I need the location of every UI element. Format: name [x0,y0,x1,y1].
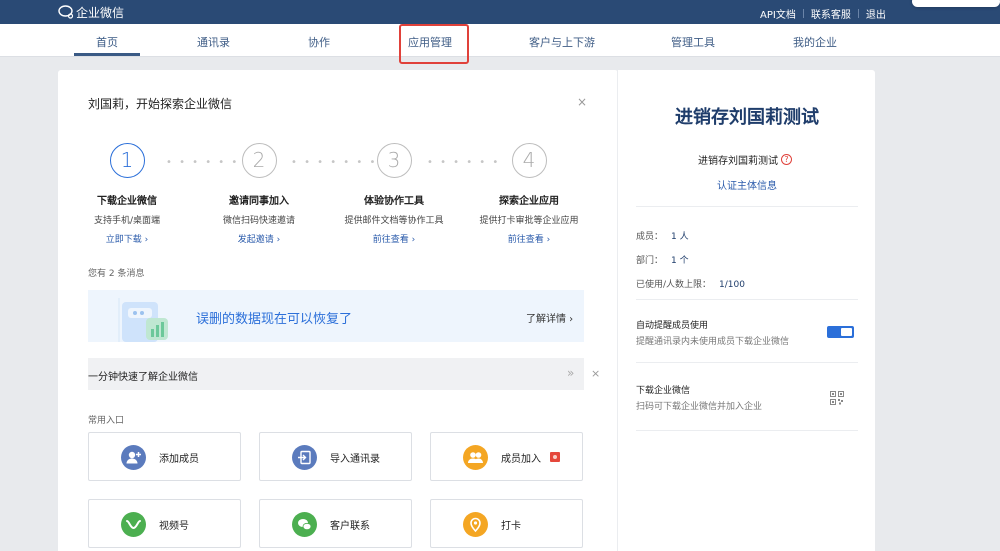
tile-label: 视频号 [159,521,189,532]
corp-subtitle: 进销存刘国莉测试 ? [698,152,792,167]
wechat-icon [292,512,317,537]
divider [636,299,858,300]
invite-link[interactable]: 发起邀请 › [192,232,326,245]
step-number: 2 [241,143,277,178]
members-stat: 成员： 1 人 [636,229,689,242]
nav-my-enterprise[interactable]: 我的企业 [793,34,837,50]
learn-more-link[interactable]: 了解详情 › [526,310,573,325]
divider: | [801,8,805,19]
add-person-icon [121,445,146,470]
auto-remind-desc: 提醒通讯录内未使用成员下载企业微信 [636,337,790,347]
tile-label: 成员加入 [501,454,541,465]
step-title: 探索企业应用 [499,196,559,207]
expand-arrow-icon[interactable]: » [567,366,574,380]
step-desc: 提供打卡审批等企业应用 [479,216,579,226]
tile-channels[interactable]: 视频号 [88,499,241,548]
close-icon[interactable]: × [577,95,587,109]
step-number: 1 [109,143,145,178]
channels-icon [121,512,146,537]
step-title: 邀请同事加入 [229,196,289,207]
active-tab-indicator [74,53,140,56]
logo-icon [58,5,74,19]
tile-label: 添加成员 [159,454,199,465]
explore-card: 刘国莉，开始探索企业微信 × 1 下载企业微信 支持手机/桌面端 立即下载 › … [58,70,618,551]
step-number: 4 [511,143,547,178]
download-title: 下载企业微信 [636,386,691,396]
enterprise-info-panel: 进销存刘国莉测试 进销存刘国莉测试 ? 认证主体信息 成员： 1 人 部门： 1 个… [617,70,875,551]
close-icon[interactable]: × [591,367,600,380]
corp-subtitle-text: 进销存刘国莉测试 [698,156,778,167]
step-title: 下载企业微信 [97,196,157,207]
step-desc: 提供邮件文档等协作工具 [344,216,444,226]
stat-label: 部门： [636,256,664,266]
step-desc: 微信扫码快速邀请 [222,216,295,226]
quick-intro-bar[interactable]: 一分钟快速了解企业微信 » [88,358,584,390]
recovery-banner[interactable]: 误删的数据现在可以恢复了 了解详情 › [88,290,584,342]
app-logo[interactable]: 企业微信 [58,3,124,21]
tile-member-join[interactable]: 成员加入 [430,432,583,481]
departments-stat: 部门： 1 个 [636,253,689,266]
nav-home[interactable]: 首页 [96,34,118,50]
divider [636,430,858,431]
view-collab-link[interactable]: 前往查看 › [327,232,461,245]
red-flag-badge [550,452,560,462]
step-apps: 4 探索企业应用 提供打卡审批等企业应用 前往查看 › [462,143,596,245]
divider [636,206,858,207]
divider: | [856,8,860,19]
tile-label: 打卡 [501,521,521,532]
support-link[interactable]: 联系客服 [811,6,851,21]
main-nav: 首页 通讯录 协作 应用管理 客户与上下游 管理工具 我的企业 [0,24,1000,57]
step-title: 体验协作工具 [364,196,424,207]
api-docs-link[interactable]: API文档 [760,6,796,21]
auto-remind-toggle[interactable] [827,326,854,338]
stat-label: 成员： [636,232,664,242]
seat-limit-stat: 已使用/人数上限： 1/100 [636,277,745,290]
qr-code-icon[interactable] [830,390,844,405]
download-desc: 扫码可下载企业微信并加入企业 [636,402,763,412]
highlight-box [399,24,469,64]
tile-add-member[interactable]: 添加成员 [88,432,241,481]
tile-label: 客户联系 [330,521,370,532]
auto-remind-title: 自动提醒成员使用 [636,321,709,331]
message-count: 您有 2 条消息 [88,269,145,279]
divider [636,362,858,363]
common-entries-label: 常用入口 [88,416,125,426]
stat-label: 已使用/人数上限： [636,280,712,290]
nav-admin-tools[interactable]: 管理工具 [671,34,715,50]
quick-intro-text: 一分钟快速了解企业微信 [88,372,198,383]
tile-import-contacts[interactable]: 导入通讯录 [259,432,412,481]
import-icon [292,445,317,470]
nav-contacts[interactable]: 通讯录 [197,34,230,50]
top-popup [912,0,1000,7]
view-apps-link[interactable]: 前往查看 › [462,232,596,245]
verify-entity-link[interactable]: 认证主体信息 [618,177,876,192]
stat-value: 1/100 [719,280,745,290]
top-links: API文档 | 联系客服 | 退出 [760,6,886,22]
tile-check-in[interactable]: 打卡 [430,499,583,548]
tile-customer-contact[interactable]: 客户联系 [259,499,412,548]
data-recovery-illustration-icon [116,298,178,342]
step-desc: 支持手机/桌面端 [93,216,161,226]
logout-link[interactable]: 退出 [866,6,886,21]
download-now-link[interactable]: 立即下载 › [60,232,194,245]
top-bar: 企业微信 API文档 | 联系客服 | 退出 [0,0,1000,24]
banner-title: 误删的数据现在可以恢复了 [196,312,353,327]
nav-customers[interactable]: 客户与上下游 [529,34,595,50]
logo-text: 企业微信 [76,5,125,20]
stat-value: 1 人 [671,232,689,242]
step-number: 3 [376,143,412,178]
nav-collaboration[interactable]: 协作 [308,34,330,50]
help-icon[interactable]: ? [781,154,792,165]
tile-label: 导入通讯录 [330,454,380,465]
location-icon [463,512,488,537]
stat-value: 1 个 [671,256,689,266]
greeting: 刘国莉，开始探索企业微信 [88,97,233,111]
people-icon [463,445,488,470]
corp-name: 进销存刘国莉测试 [675,107,819,128]
